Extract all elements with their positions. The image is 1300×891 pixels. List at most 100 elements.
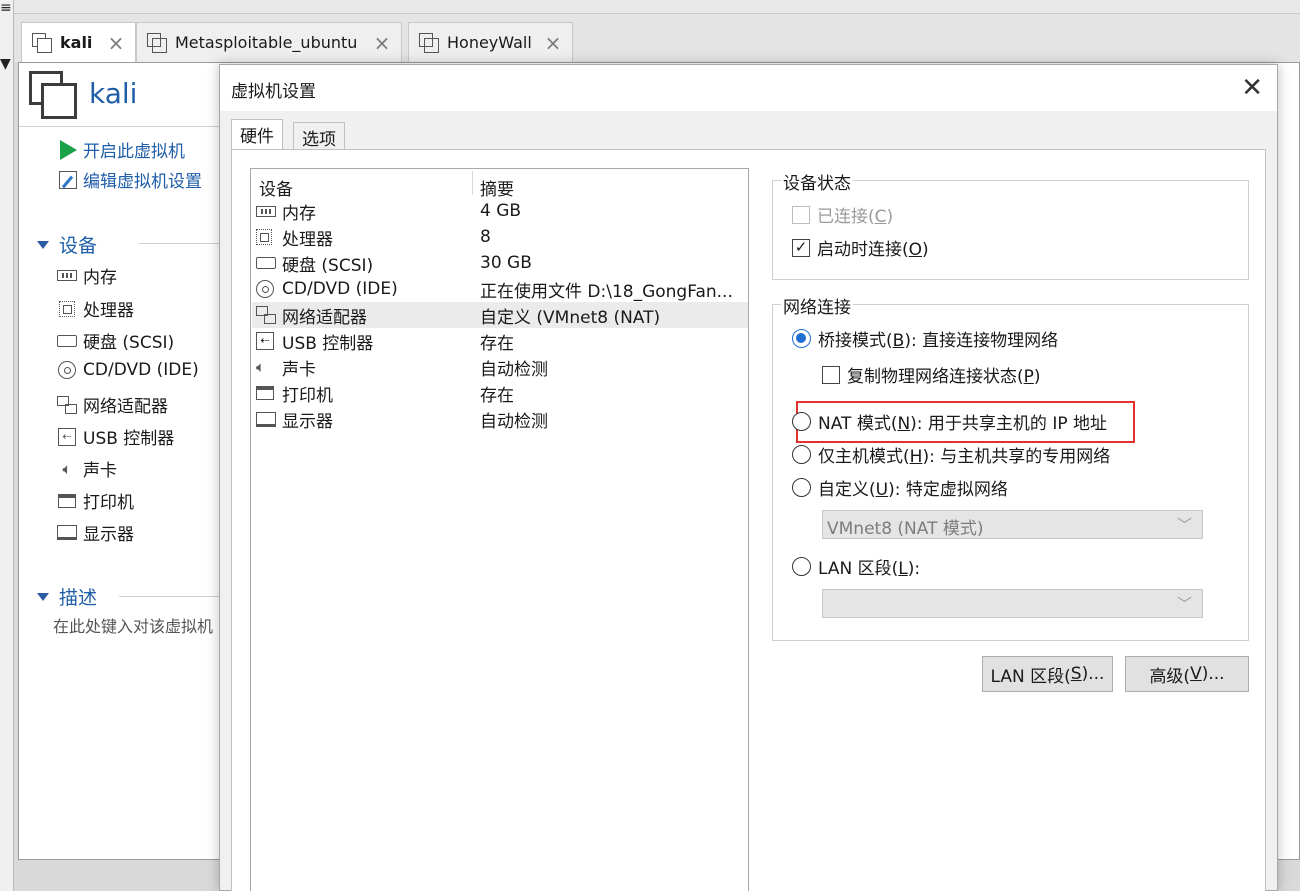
- device-summary: 自动检测: [480, 359, 548, 380]
- device-row-cddvd[interactable]: CD/DVD (IDE) 正在使用文件 D:\18_GongFan...: [252, 276, 748, 302]
- connected-checkbox[interactable]: 已连接(C): [792, 202, 893, 227]
- device-name: 声卡: [282, 359, 316, 380]
- power-on-action[interactable]: 开启此虚拟机: [57, 137, 185, 162]
- sidebar-device-printer[interactable]: 打印机: [55, 488, 134, 513]
- device-row-network[interactable]: 网络适配器 自定义 (VMnet8 (NAT): [252, 302, 748, 328]
- memory-icon: [256, 205, 282, 217]
- device-list[interactable]: 设备 摘要 内存 4 GB 处理器 8 硬盘 (SCSI) 30 GB CD/D…: [250, 168, 749, 891]
- device-label: 声卡: [83, 461, 117, 481]
- lan-segment-radio[interactable]: LAN 区段(L):: [792, 554, 920, 579]
- vm-icon: [147, 32, 167, 53]
- group-title: 设备状态: [781, 169, 853, 194]
- sidebar-device-display[interactable]: 显示器: [55, 520, 134, 545]
- vm-settings-dialog: 虚拟机设置 ✕ 硬件 选项 设备 摘要 内存 4 GB 处理器 8 硬盘 (SC…: [219, 64, 1278, 891]
- processor-icon: [256, 229, 282, 245]
- edge-dropdown-icon[interactable]: ▼: [0, 56, 11, 72]
- devices-section-header[interactable]: 设备: [37, 231, 97, 258]
- sidebar-device-network[interactable]: 网络适配器: [55, 392, 168, 417]
- radio-button[interactable]: [792, 478, 811, 497]
- host-only-radio[interactable]: 仅主机模式(H): 与主机共享的专用网络: [792, 442, 1110, 467]
- dialog-titlebar: 虚拟机设置 ✕: [220, 65, 1277, 111]
- sidebar-device-usb[interactable]: ⇠ USB 控制器: [55, 424, 174, 449]
- close-icon[interactable]: ×: [371, 31, 393, 55]
- tab-kali[interactable]: kali ×: [21, 22, 136, 62]
- column-header-device[interactable]: 设备: [259, 169, 293, 200]
- tab-label: kali: [60, 33, 93, 52]
- play-icon: [57, 139, 79, 161]
- device-summary: 8: [480, 227, 491, 247]
- memory-icon: [55, 266, 79, 286]
- tab-honeywall[interactable]: HoneyWall ×: [408, 22, 573, 62]
- radio-label: NAT 模式(N): 用于共享主机的 IP 地址: [818, 414, 1108, 434]
- cd-icon: [256, 280, 282, 298]
- nat-radio[interactable]: NAT 模式(N): 用于共享主机的 IP 地址: [792, 409, 1107, 434]
- lan-segments-button[interactable]: LAN 区段(S)...: [982, 656, 1113, 692]
- radio-button[interactable]: [792, 412, 811, 431]
- device-summary: 正在使用文件 D:\18_GongFan...: [480, 281, 733, 302]
- device-row-sound[interactable]: 🔈︎ 声卡 自动检测: [252, 354, 748, 380]
- device-name: 内存: [282, 203, 316, 224]
- sidebar-device-sound[interactable]: 🔈︎ 声卡: [55, 456, 117, 482]
- section-title: 设备: [59, 235, 98, 257]
- vm-icon: [29, 71, 77, 119]
- sidebar-device-harddisk[interactable]: 硬盘 (SCSI): [55, 328, 174, 353]
- checkmark-icon[interactable]: ✓: [792, 238, 810, 257]
- checkbox[interactable]: [792, 205, 810, 224]
- radio-label: 桥接模式(B): 直接连接物理网络: [818, 331, 1059, 351]
- close-icon[interactable]: ×: [542, 31, 564, 55]
- harddisk-icon: [55, 331, 79, 351]
- device-row-usb[interactable]: ⇠ USB 控制器 存在: [252, 328, 748, 354]
- device-label: CD/DVD (IDE): [83, 360, 199, 380]
- device-row-display[interactable]: 显示器 自动检测: [252, 406, 748, 432]
- advanced-button[interactable]: 高级(V)...: [1125, 656, 1249, 692]
- device-summary: 30 GB: [480, 253, 532, 273]
- bridged-radio[interactable]: 桥接模式(B): 直接连接物理网络: [792, 326, 1058, 351]
- divider: [139, 243, 221, 244]
- description-section-header[interactable]: 描述: [37, 583, 97, 610]
- printer-icon: [256, 386, 282, 400]
- radio-button[interactable]: [792, 445, 811, 464]
- device-row-harddisk[interactable]: 硬盘 (SCSI) 30 GB: [252, 250, 748, 276]
- vm-tab-bar: kali × Metasploitable_ubuntu × HoneyWall…: [14, 14, 1300, 62]
- column-separator[interactable]: [472, 171, 473, 195]
- tab-options[interactable]: 选项: [293, 122, 345, 150]
- device-label: 显示器: [83, 525, 134, 545]
- device-name: 网络适配器: [282, 307, 367, 328]
- monitor-icon: [55, 523, 79, 543]
- left-window-edge: ≡ ▼: [0, 0, 14, 891]
- radio-button[interactable]: [792, 329, 811, 348]
- close-icon[interactable]: ✕: [1241, 73, 1263, 103]
- custom-network-select[interactable]: VMnet8 (NAT 模式) ﹀: [822, 510, 1203, 539]
- replicate-state-checkbox[interactable]: 复制物理网络连接状态(P): [822, 362, 1041, 387]
- custom-radio[interactable]: 自定义(U): 特定虚拟网络: [792, 475, 1008, 500]
- speaker-icon: 🔈︎: [62, 459, 72, 478]
- sidebar-device-cddvd[interactable]: CD/DVD (IDE): [55, 360, 199, 380]
- sidebar-device-memory[interactable]: 内存: [55, 263, 117, 288]
- device-label: 打印机: [83, 493, 134, 513]
- usb-icon: ⇠: [55, 427, 79, 447]
- device-row-memory[interactable]: 内存 4 GB: [252, 198, 748, 224]
- vm-icon: [32, 32, 52, 53]
- divider: [119, 596, 221, 597]
- device-status-group: 设备状态: [772, 169, 1249, 280]
- device-name: CD/DVD (IDE): [282, 279, 398, 299]
- edge-glyph: ≡: [0, 0, 12, 16]
- chevron-down-icon: ﹀: [1176, 595, 1192, 613]
- speaker-icon: 🔈︎: [256, 358, 266, 376]
- device-row-processor[interactable]: 处理器 8: [252, 224, 748, 250]
- lan-segment-select[interactable]: ﹀: [822, 589, 1203, 618]
- column-header-summary[interactable]: 摘要: [480, 169, 514, 200]
- radio-button[interactable]: [792, 557, 811, 576]
- device-row-printer[interactable]: 打印机 存在: [252, 380, 748, 406]
- description-input[interactable]: 在此处键入对该虚拟机: [53, 613, 213, 637]
- close-icon[interactable]: ×: [105, 31, 127, 55]
- tab-hardware[interactable]: 硬件: [231, 119, 283, 150]
- tab-metasploitable-ubuntu[interactable]: Metasploitable_ubuntu ×: [136, 22, 402, 62]
- device-summary: 自动检测: [480, 411, 548, 432]
- device-name: 硬盘 (SCSI): [282, 255, 374, 276]
- checkbox[interactable]: [822, 365, 840, 384]
- tab-label: Metasploitable_ubuntu: [175, 33, 358, 52]
- edit-settings-action[interactable]: 编辑虚拟机设置: [57, 167, 202, 192]
- connect-at-power-on-checkbox[interactable]: ✓ 启动时连接(O): [792, 235, 929, 260]
- sidebar-device-processor[interactable]: 处理器: [55, 296, 134, 321]
